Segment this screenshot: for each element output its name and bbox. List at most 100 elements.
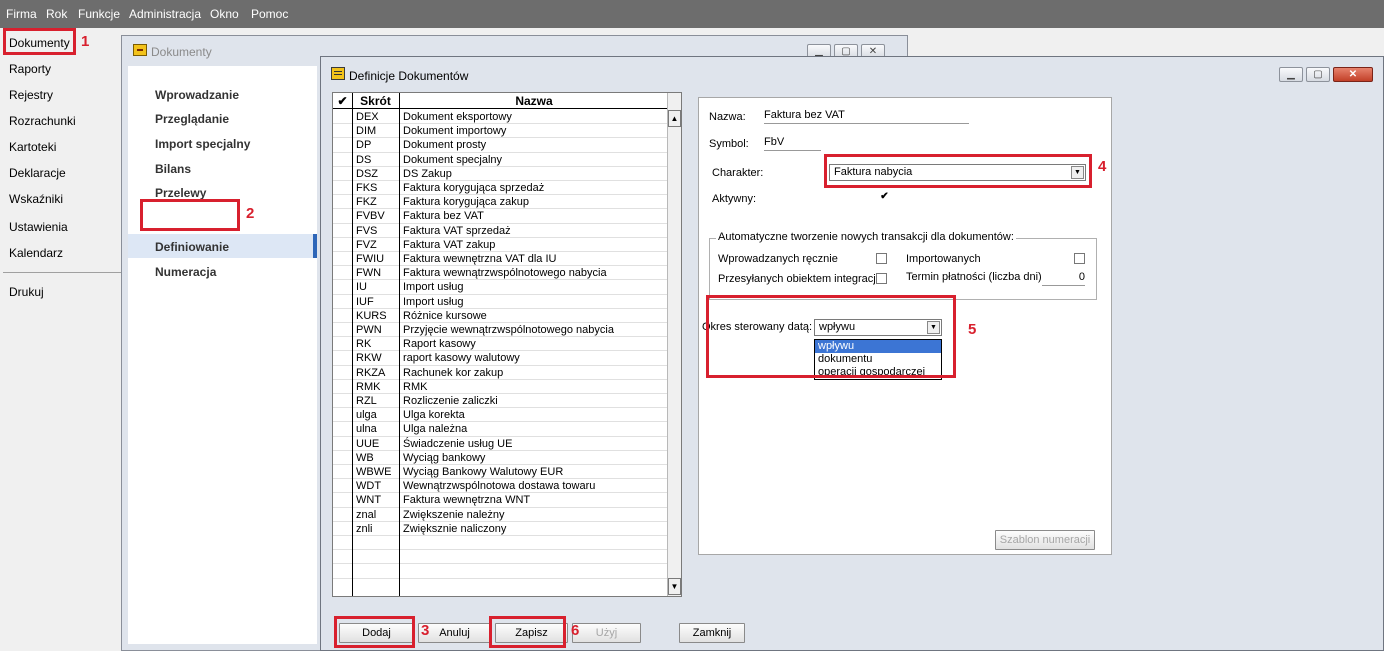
cell-code: znli <box>356 522 373 535</box>
checkmark-icon[interactable]: ✔ <box>333 94 352 108</box>
folder-icon <box>133 44 147 56</box>
menu-administracja[interactable]: Administracja <box>129 7 201 21</box>
cell-code: FVS <box>356 224 378 237</box>
menu-przegladanie[interactable]: Przeglądanie <box>155 112 229 126</box>
nav-item-raporty[interactable]: Raporty <box>9 62 51 76</box>
table-row[interactable] <box>333 564 669 579</box>
menu-funkcje[interactable]: Funkcje <box>78 7 120 21</box>
table-row[interactable]: FWIU Faktura wewnętrzna VAT dla IU <box>333 252 669 267</box>
term-field[interactable]: 0 <box>1042 271 1085 286</box>
table-row[interactable]: WBWE Wyciąg Bankowy Walutowy EUR <box>333 465 669 480</box>
table-row[interactable]: znal Zwiększenie należny <box>333 508 669 522</box>
symbol-field[interactable]: FbV <box>764 136 821 151</box>
table-row[interactable]: DS Dokument specjalny <box>333 153 669 167</box>
nav-item-drukuj[interactable]: Drukuj <box>9 285 44 299</box>
table-row[interactable]: WNT Faktura wewnętrzna WNT <box>333 493 669 508</box>
menu-import-specjalny[interactable]: Import specjalny <box>155 137 250 151</box>
cell-name: Dokument prosty <box>403 139 487 152</box>
aktywny-checkbox[interactable]: ✔ <box>879 192 890 203</box>
table-row[interactable] <box>333 550 669 565</box>
grid-scrollbar[interactable]: ▲ ▼ <box>667 93 681 596</box>
table-row[interactable]: RMK RMK <box>333 380 669 394</box>
manual-checkbox[interactable] <box>876 253 887 264</box>
imported-checkbox[interactable] <box>1074 253 1085 264</box>
scroll-up-button[interactable]: ▲ <box>668 110 681 127</box>
cell-code: FKS <box>356 182 378 194</box>
column-header-code[interactable]: Skrót <box>352 94 399 108</box>
dokumenty-menu-panel: Wprowadzanie Przeglądanie Import specjal… <box>128 66 317 644</box>
cell-code: RKZA <box>356 366 386 379</box>
maximize-button[interactable]: ▢ <box>1306 67 1330 82</box>
integration-checkbox[interactable] <box>876 273 887 284</box>
table-row[interactable]: IU Import usług <box>333 280 669 295</box>
menu-firma[interactable]: Firma <box>6 7 37 21</box>
nav-item-kalendarz[interactable]: Kalendarz <box>9 246 63 260</box>
table-row[interactable]: FVBV Faktura bez VAT <box>333 209 669 224</box>
table-row[interactable]: IUF Import usług <box>333 295 669 309</box>
menu-przelewy[interactable]: Przelewy <box>155 186 206 200</box>
annotation-number: 3 <box>421 622 430 639</box>
close-icon: ✕ <box>1348 69 1358 80</box>
nav-item-ustawienia[interactable]: Ustawienia <box>9 220 68 234</box>
table-row[interactable]: WDT Wewnątrzwspólnotowa dostawa towaru <box>333 479 669 494</box>
menu-rok[interactable]: Rok <box>46 7 67 21</box>
table-row[interactable]: RKZA Rachunek kor zakup <box>333 366 669 380</box>
nav-item-rejestry[interactable]: Rejestry <box>9 88 53 102</box>
cell-name: Faktura VAT zakup <box>403 238 496 251</box>
nav-item-kartoteki[interactable]: Kartoteki <box>9 140 56 154</box>
nav-item-wskazniki[interactable]: Wskaźniki <box>9 192 63 206</box>
table-row[interactable]: UUE Świadczenie usług UE <box>333 437 669 451</box>
table-row[interactable]: WB Wyciąg bankowy <box>333 451 669 465</box>
table-row[interactable]: ulga Ulga korekta <box>333 408 669 423</box>
cell-name: Wyciąg Bankowy Walutowy EUR <box>403 466 564 478</box>
table-row[interactable]: KURS Różnice kursowe <box>333 309 669 323</box>
uzyj-button[interactable]: Użyj <box>572 623 641 643</box>
minimize-button[interactable]: ▁ <box>1279 67 1303 82</box>
table-row[interactable]: RKW raport kasowy walutowy <box>333 351 669 366</box>
cell-code: FVBV <box>356 210 385 223</box>
name-field[interactable]: Faktura bez VAT <box>764 109 969 124</box>
menu-pomoc[interactable]: Pomoc <box>251 7 288 21</box>
cell-code: RZL <box>356 395 377 407</box>
nav-item-rozrachunki[interactable]: Rozrachunki <box>9 114 76 128</box>
column-header-name[interactable]: Nazwa <box>399 94 669 108</box>
table-row[interactable]: FKZ Faktura korygująca zakup <box>333 195 669 210</box>
cell-code: RKW <box>356 352 382 365</box>
table-row[interactable]: FVZ Faktura VAT zakup <box>333 238 669 252</box>
menu-definiowanie[interactable]: Definiowanie <box>155 240 229 254</box>
aktywny-label: Aktywny: <box>712 193 757 205</box>
menu-bilans[interactable]: Bilans <box>155 162 191 176</box>
nav-item-deklaracje[interactable]: Deklaracje <box>9 166 66 180</box>
table-row[interactable] <box>333 536 669 551</box>
table-row[interactable]: DEX Dokument eksportowy <box>333 110 669 125</box>
table-row[interactable]: ulna Ulga należna <box>333 422 669 437</box>
menu-numeracja[interactable]: Numeracja <box>155 265 216 279</box>
table-row[interactable]: FWN Faktura wewnątrzwspólnotowego nabycia <box>333 266 669 281</box>
table-row[interactable]: RZL Rozliczenie zaliczki <box>333 394 669 409</box>
cell-name: raport kasowy walutowy <box>403 352 520 365</box>
cell-name: Faktura bez VAT <box>403 210 484 223</box>
cell-code: WNT <box>356 494 382 507</box>
table-row[interactable]: PWN Przyjęcie wewnątrzwspólnotowego nabyc… <box>333 323 669 338</box>
cell-name: Raport kasowy <box>403 338 476 351</box>
table-row[interactable]: RK Raport kasowy <box>333 337 669 352</box>
imported-label: Importowanych <box>906 253 981 265</box>
table-row[interactable]: FVS Faktura VAT sprzedaż <box>333 224 669 238</box>
table-row[interactable]: FKS Faktura korygująca sprzedaż <box>333 181 669 196</box>
scroll-down-button[interactable]: ▼ <box>668 578 681 595</box>
menu-wprowadzanie[interactable]: Wprowadzanie <box>155 88 239 102</box>
szablon-numeracji-button[interactable]: Szablon numeracji <box>995 530 1095 550</box>
documents-grid: ✔ Skrót Nazwa DEX Dokument eksportowy DIM D… <box>332 92 682 597</box>
table-row[interactable]: DIM Dokument importowy <box>333 124 669 139</box>
menu-okno[interactable]: Okno <box>210 7 239 21</box>
definicje-window-controls: ▁ ▢ ✕ <box>1279 67 1373 82</box>
table-row[interactable]: DP Dokument prosty <box>333 138 669 153</box>
cell-name: Zwiększnie naliczony <box>403 522 507 535</box>
table-row[interactable]: znli Zwiększnie naliczony <box>333 522 669 536</box>
cell-name: Przyjęcie wewnątrzwspólnotowego nabycia <box>403 324 614 336</box>
dokumenty-window-title: Dokumenty <box>151 45 212 59</box>
table-row[interactable]: DSZ DS Zakup <box>333 167 669 181</box>
zamknij-button[interactable]: Zamknij <box>679 623 745 643</box>
arrow-up-icon: ▲ <box>670 114 679 123</box>
close-button[interactable]: ✕ <box>1333 67 1373 82</box>
